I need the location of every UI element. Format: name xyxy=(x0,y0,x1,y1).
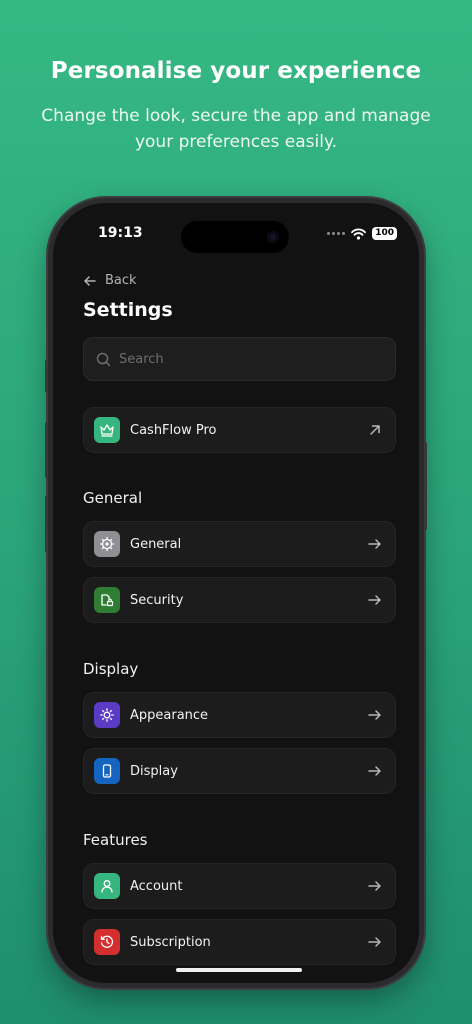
settings-item-display[interactable]: Display xyxy=(83,748,396,794)
page-title: Settings xyxy=(83,299,173,321)
search-input[interactable]: Search xyxy=(83,337,396,381)
phone-icon xyxy=(94,758,120,784)
arrow-right-icon xyxy=(368,710,381,720)
person-icon xyxy=(94,873,120,899)
action-button xyxy=(45,360,48,392)
camera-icon xyxy=(267,231,279,243)
promo-headline: Personalise your experience xyxy=(50,58,422,84)
battery-icon: 100 xyxy=(372,227,397,240)
dynamic-island xyxy=(181,221,289,253)
cashflow-pro-item[interactable]: CashFlow Pro xyxy=(83,407,396,453)
status-indicators: 100 xyxy=(327,227,397,240)
history-icon xyxy=(94,929,120,955)
crown-icon xyxy=(94,417,120,443)
appearance-label: Appearance xyxy=(130,707,209,723)
gear-icon xyxy=(94,531,120,557)
arrow-right-icon xyxy=(368,937,381,947)
status-time: 19:13 xyxy=(98,225,143,241)
settings-item-account[interactable]: Account xyxy=(83,863,396,909)
arrow-left-icon xyxy=(84,275,96,286)
general-label: General xyxy=(130,536,182,552)
search-placeholder: Search xyxy=(119,351,164,367)
settings-item-general[interactable]: General xyxy=(83,521,396,567)
arrow-right-icon xyxy=(368,766,381,776)
lock-document-icon xyxy=(94,587,120,613)
account-label: Account xyxy=(130,878,183,894)
settings-item-appearance[interactable]: Appearance xyxy=(83,692,396,738)
wifi-icon xyxy=(351,228,367,240)
cashflow-pro-label: CashFlow Pro xyxy=(130,422,217,438)
volume-down-button xyxy=(45,496,48,552)
arrow-right-icon xyxy=(368,539,381,549)
back-button[interactable]: Back xyxy=(83,273,137,288)
section-general-title: General xyxy=(83,489,143,507)
back-label: Back xyxy=(105,273,137,288)
arrow-right-icon xyxy=(368,881,381,891)
subscription-label: Subscription xyxy=(130,934,211,950)
promo-subline: Change the look, secure the app and mana… xyxy=(41,106,431,152)
arrow-right-icon xyxy=(368,595,381,605)
sun-icon xyxy=(94,702,120,728)
power-button xyxy=(424,442,427,530)
phone-screen: 19:13 100 Back Settings Search CashFlow … xyxy=(53,203,419,983)
settings-item-subscription[interactable]: Subscription xyxy=(83,919,396,965)
security-label: Security xyxy=(130,592,184,608)
home-indicator[interactable] xyxy=(176,968,302,972)
display-label: Display xyxy=(130,763,178,779)
settings-item-security[interactable]: Security xyxy=(83,577,396,623)
search-icon xyxy=(96,352,111,366)
volume-up-button xyxy=(45,422,48,478)
phone-frame: 19:13 100 Back Settings Search CashFlow … xyxy=(45,198,427,988)
signal-icon xyxy=(327,232,346,235)
arrow-up-right-icon xyxy=(370,425,380,435)
section-display-title: Display xyxy=(83,660,139,678)
section-features-title: Features xyxy=(83,831,148,849)
